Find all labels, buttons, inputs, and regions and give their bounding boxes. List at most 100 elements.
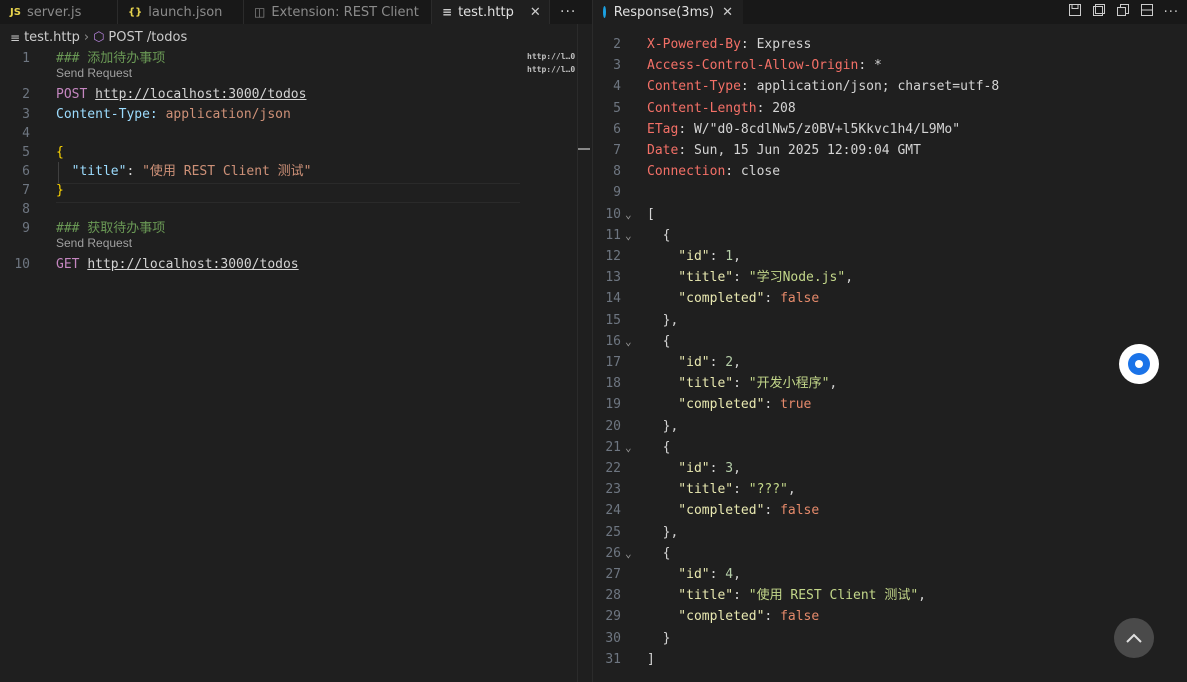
code-token: http://localhost:3000/todos — [87, 257, 299, 272]
send-request-link[interactable]: Send Request — [56, 66, 132, 80]
code-text: "title": "开发小程序", — [647, 373, 837, 394]
code-token: { — [647, 439, 671, 455]
line-number: 9 — [22, 221, 30, 236]
code-text: GET http://localhost:3000/todos — [56, 254, 299, 275]
code-token: : — [709, 461, 726, 476]
response-line: 4 Content-Type: application/json; charset… — [593, 76, 1187, 97]
line-number: 9 — [613, 185, 621, 201]
fold-chevron-icon[interactable]: ⌄ — [625, 225, 632, 246]
chevron-up-icon — [1125, 628, 1143, 649]
code-token: : — [733, 482, 749, 498]
code-token: "使用 REST Client 测试" — [748, 588, 919, 604]
fold-chevron-icon[interactable]: ⌄ — [625, 204, 632, 225]
assistant-button[interactable] — [1119, 344, 1159, 384]
response-line: 18 "title": "开发小程序", — [593, 373, 1187, 394]
response-line: 16 ⌄ { — [593, 331, 1187, 352]
code-token: [ — [647, 206, 655, 222]
line-number: 5 — [613, 100, 621, 116]
response-line: 9 — [593, 182, 1187, 203]
line-number: 4 — [613, 79, 621, 95]
line-number: 12 — [605, 249, 621, 264]
code-token: { — [56, 145, 64, 160]
code-text: { — [647, 331, 671, 352]
editor-line: 7} — [0, 180, 577, 201]
line-number: 24 — [605, 503, 621, 519]
code-token: : — [764, 503, 781, 519]
fold-chevron-icon[interactable]: ⌄ — [625, 437, 632, 458]
response-line: 29 "completed": false — [593, 606, 1187, 627]
code-token: : — [126, 164, 143, 179]
fold-chevron-icon[interactable]: ⌄ — [625, 543, 632, 564]
code-token: Content-Type — [647, 79, 741, 95]
code-token: application/json — [165, 107, 291, 122]
code-token: , — [733, 567, 741, 582]
response-line: 14 "completed": false — [593, 288, 1187, 309]
minimap-line: http://l…0 — [527, 52, 576, 61]
line-number: 26 — [605, 545, 621, 561]
line-number: 13 — [605, 270, 621, 286]
line-number: 11 — [605, 227, 621, 243]
code-token: }, — [647, 524, 679, 540]
code-text: [ — [647, 204, 655, 225]
code-token: : — [764, 291, 781, 307]
code-text: { — [647, 543, 671, 564]
minimap[interactable]: http://l…0 http://l…0 — [527, 50, 575, 76]
response-line: 20 }, — [593, 416, 1187, 437]
code-text: X-Powered-By: Express — [647, 34, 811, 55]
code-token: , — [733, 461, 741, 476]
line-number: 8 — [22, 202, 30, 217]
code-text: "id": 2, — [647, 352, 741, 373]
code-text: }, — [647, 522, 679, 543]
response-line: 19 "completed": true — [593, 394, 1187, 415]
code-text: "id": 3, — [647, 458, 741, 479]
fold-chevron-icon[interactable]: ⌄ — [625, 331, 632, 352]
code-token: "id" — [647, 461, 710, 476]
editor-line: 5{ — [0, 142, 577, 163]
code-token: : * — [858, 58, 882, 74]
code-token: : — [733, 270, 749, 286]
code-text: Access-Control-Allow-Origin: * — [647, 55, 882, 76]
code-text: } — [647, 628, 671, 649]
line-number: 5 — [22, 145, 30, 160]
scroll-to-top-button[interactable] — [1114, 618, 1154, 658]
line-number: 10 — [14, 257, 30, 272]
line-number: 19 — [605, 397, 621, 413]
code-token: : close — [725, 164, 781, 180]
code-text: Content-Type: application/json; charset=… — [647, 76, 999, 97]
code-token: "title" — [56, 164, 127, 179]
response-line: 8 Connection: close — [593, 161, 1187, 182]
code-token: : — [709, 249, 726, 264]
code-token: , — [829, 376, 838, 392]
line-number: 6 — [22, 164, 30, 179]
response-line: 15 }, — [593, 310, 1187, 331]
code-token: ] — [647, 651, 655, 667]
request-code[interactable]: 1 ### 添加待办事项 2 POST http://localhost:3000/t… — [0, 0, 577, 682]
response-line: 5 Content-Length: 208 — [593, 98, 1187, 119]
code-token: , — [787, 482, 796, 498]
code-token: "使用 REST Client 测试" — [142, 164, 312, 179]
code-token: : — [709, 567, 726, 582]
code-token: : — [764, 397, 781, 413]
code-token: "completed" — [647, 397, 765, 413]
editor-line: 2 POST http://localhost:3000/todos — [0, 84, 577, 105]
code-token: : — [733, 588, 749, 604]
editor-line: 8 — [0, 199, 577, 220]
code-token: { — [647, 227, 671, 243]
line-number: 6 — [613, 121, 621, 137]
code-token: , — [733, 249, 741, 264]
line-number: 14 — [605, 291, 621, 307]
code-token: true — [780, 397, 812, 413]
code-text: "title": "学习Node.js", — [647, 267, 853, 288]
response-body[interactable]: 2 X-Powered-By: Express 3 Access-Control-Al… — [593, 0, 1187, 682]
line-number: 23 — [605, 482, 621, 498]
code-token: "title" — [647, 588, 734, 604]
code-token: : W/"d0-8cdlNw5/z0BV+l5Kkvc1h4/L9Mo" — [678, 121, 961, 137]
code-text: ETag: W/"d0-8cdlNw5/z0BV+l5Kkvc1h4/L9Mo" — [647, 119, 960, 140]
code-token: "开发小程序" — [748, 376, 830, 392]
send-request-link[interactable]: Send Request — [56, 236, 132, 250]
code-text: Content-Length: 208 — [647, 98, 796, 119]
line-number: 10 — [605, 206, 621, 222]
code-token: "completed" — [647, 609, 765, 625]
editor-line: 6 "title": "使用 REST Client 测试" — [0, 161, 577, 182]
code-token: false — [780, 291, 820, 307]
